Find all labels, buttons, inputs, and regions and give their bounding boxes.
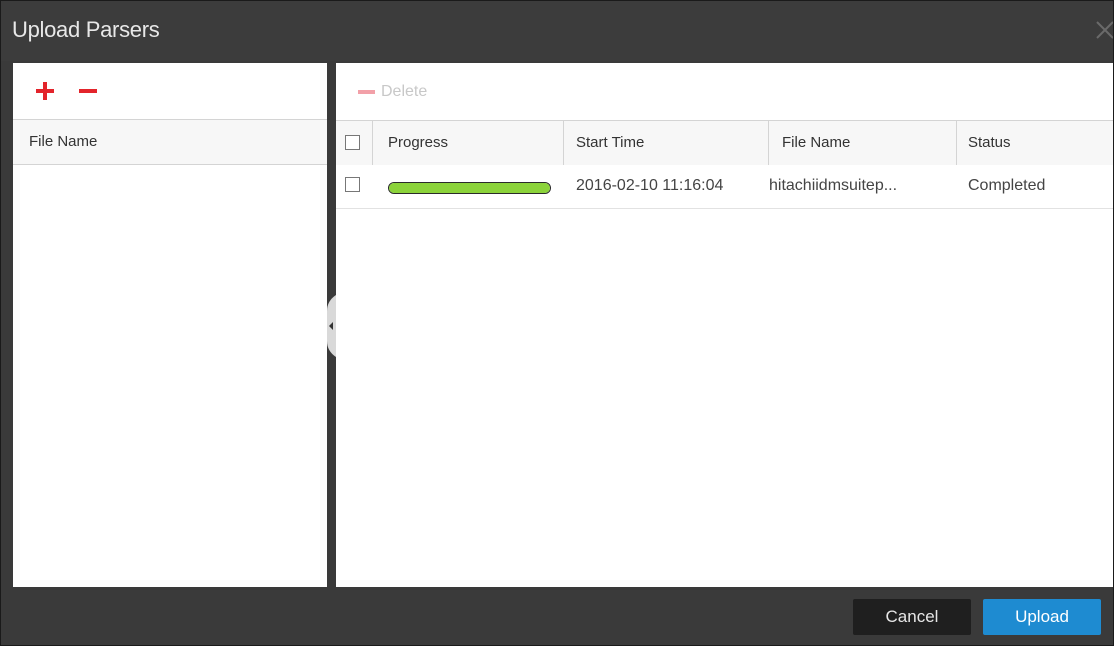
cancel-button[interactable]: Cancel (853, 599, 971, 635)
start-time-cell: 2016-02-10 11:16:04 (576, 177, 724, 194)
file-list-header: File Name (13, 120, 327, 165)
add-file-button[interactable] (33, 79, 57, 103)
delete-label: Delete (381, 83, 428, 100)
file-name-cell: hitachiidmsuitep... (769, 177, 898, 194)
dialog-footer: Cancel Upload (1, 587, 1113, 645)
file-list-toolbar (13, 63, 327, 120)
upload-status-panel: Delete Progress Start Time File Name Sta… (336, 63, 1113, 587)
remove-file-button[interactable] (76, 79, 100, 103)
start-time-column-header[interactable]: Start Time (576, 134, 644, 151)
file-list-panel: File Name (13, 63, 327, 587)
column-divider (563, 121, 564, 165)
upload-toolbar: Delete (336, 63, 1113, 119)
dialog-titlebar: Upload Parsers (1, 1, 1113, 61)
select-all-checkbox[interactable] (345, 135, 360, 150)
dialog-title: Upload Parsers (12, 17, 160, 42)
minus-icon (79, 89, 97, 93)
upload-progress-bar (388, 182, 551, 194)
status-cell: Completed (968, 177, 1046, 194)
plus-icon (36, 82, 54, 100)
upload-grid-header: Progress Start Time File Name Status (336, 120, 1113, 166)
status-column-header[interactable]: Status (968, 134, 1011, 151)
file-name-column-header[interactable]: File Name (29, 133, 97, 150)
column-divider (372, 121, 373, 165)
row-checkbox[interactable] (345, 177, 360, 192)
progress-column-header[interactable]: Progress (388, 134, 448, 151)
delete-button[interactable]: Delete (358, 80, 427, 104)
column-divider (768, 121, 769, 165)
collapse-panel-handle[interactable] (327, 295, 336, 357)
file-name-column-header[interactable]: File Name (782, 134, 850, 151)
progress-fill (389, 183, 550, 193)
file-list-body (13, 165, 327, 587)
upload-button[interactable]: Upload (983, 599, 1101, 635)
table-row[interactable]: 2016-02-10 11:16:04 hitachiidmsuitep... … (336, 165, 1113, 209)
minus-icon (358, 90, 375, 94)
upload-parsers-dialog: Upload Parsers File Name Delete Progress… (0, 0, 1114, 646)
close-icon[interactable] (1091, 15, 1113, 45)
column-divider (956, 121, 957, 165)
